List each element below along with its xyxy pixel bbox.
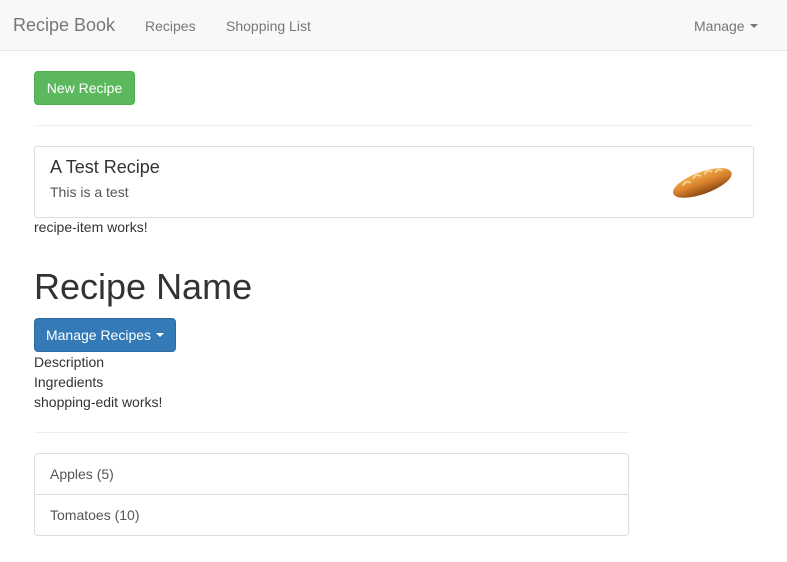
- recipe-name-heading: Recipe Name: [34, 266, 253, 307]
- nav-link-recipes[interactable]: Recipes: [145, 17, 196, 35]
- shopping-list: Apples (5) Tomatoes (10): [34, 453, 629, 536]
- navbar-brand[interactable]: Recipe Book: [13, 14, 115, 36]
- recipe-item-works-text: recipe-item works!: [34, 219, 148, 235]
- nav-link-shopping-list[interactable]: Shopping List: [226, 17, 311, 35]
- recipe-item-title: A Test Recipe: [50, 157, 160, 177]
- manage-dropdown-toggle[interactable]: Manage: [694, 17, 758, 35]
- recipe-item-description: This is a test: [50, 184, 129, 200]
- recipe-list-item[interactable]: A Test Recipe This is a test: [34, 146, 754, 218]
- manage-dropdown-label: Manage: [694, 18, 745, 34]
- bread-loaf-image: [672, 168, 732, 198]
- divider: [34, 125, 754, 126]
- shopping-list-item[interactable]: Tomatoes (10): [35, 495, 628, 536]
- new-recipe-button[interactable]: New Recipe: [34, 71, 135, 105]
- ingredients-label: Ingredients: [34, 374, 104, 390]
- caret-down-icon: [156, 333, 165, 338]
- shopping-edit-works-text: shopping-edit works!: [34, 394, 163, 410]
- description-label: Description: [34, 354, 105, 370]
- manage-recipes-label: Manage Recipes: [45, 327, 152, 343]
- shopping-list-item[interactable]: Apples (5): [35, 454, 628, 495]
- caret-down-icon: [749, 24, 758, 29]
- divider: [34, 432, 629, 433]
- manage-recipes-button[interactable]: Manage Recipes: [34, 318, 176, 352]
- top-navbar: Recipe Book Recipes Shopping List Manage: [0, 0, 787, 51]
